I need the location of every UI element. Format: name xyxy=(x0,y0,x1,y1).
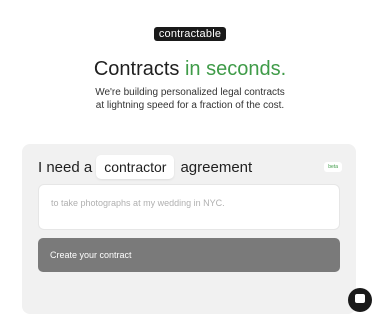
beta-badge: beta xyxy=(324,162,342,172)
purpose-placeholder: to take photographs at my wedding in NYC… xyxy=(51,198,225,208)
brand-logo[interactable]: contractable xyxy=(153,27,227,41)
create-contract-button[interactable]: Create your contract xyxy=(38,238,340,272)
chat-bubble-icon xyxy=(355,294,365,303)
contract-form-card: I need a contractor agreement beta to ta… xyxy=(22,144,356,314)
contract-type-select[interactable]: contractor xyxy=(96,155,175,179)
headline-accent: in seconds. xyxy=(184,58,287,80)
sentence-prefix: I need a xyxy=(38,158,93,176)
chat-launcher-button[interactable] xyxy=(348,288,372,312)
logo-container: contractable xyxy=(0,24,380,42)
page-subtitle: We're building personalized legal contra… xyxy=(0,86,380,112)
sentence-suffix: agreement xyxy=(180,158,253,176)
page-headline: Contracts in seconds. xyxy=(0,56,380,82)
subtitle-line-1: We're building personalized legal contra… xyxy=(95,87,285,98)
contract-sentence: I need a contractor agreement xyxy=(38,154,252,180)
subtitle-line-2: at lightning speed for a fraction of the… xyxy=(95,100,285,111)
headline-lead: Contracts xyxy=(93,58,180,80)
contract-purpose-input[interactable]: to take photographs at my wedding in NYC… xyxy=(38,184,340,230)
